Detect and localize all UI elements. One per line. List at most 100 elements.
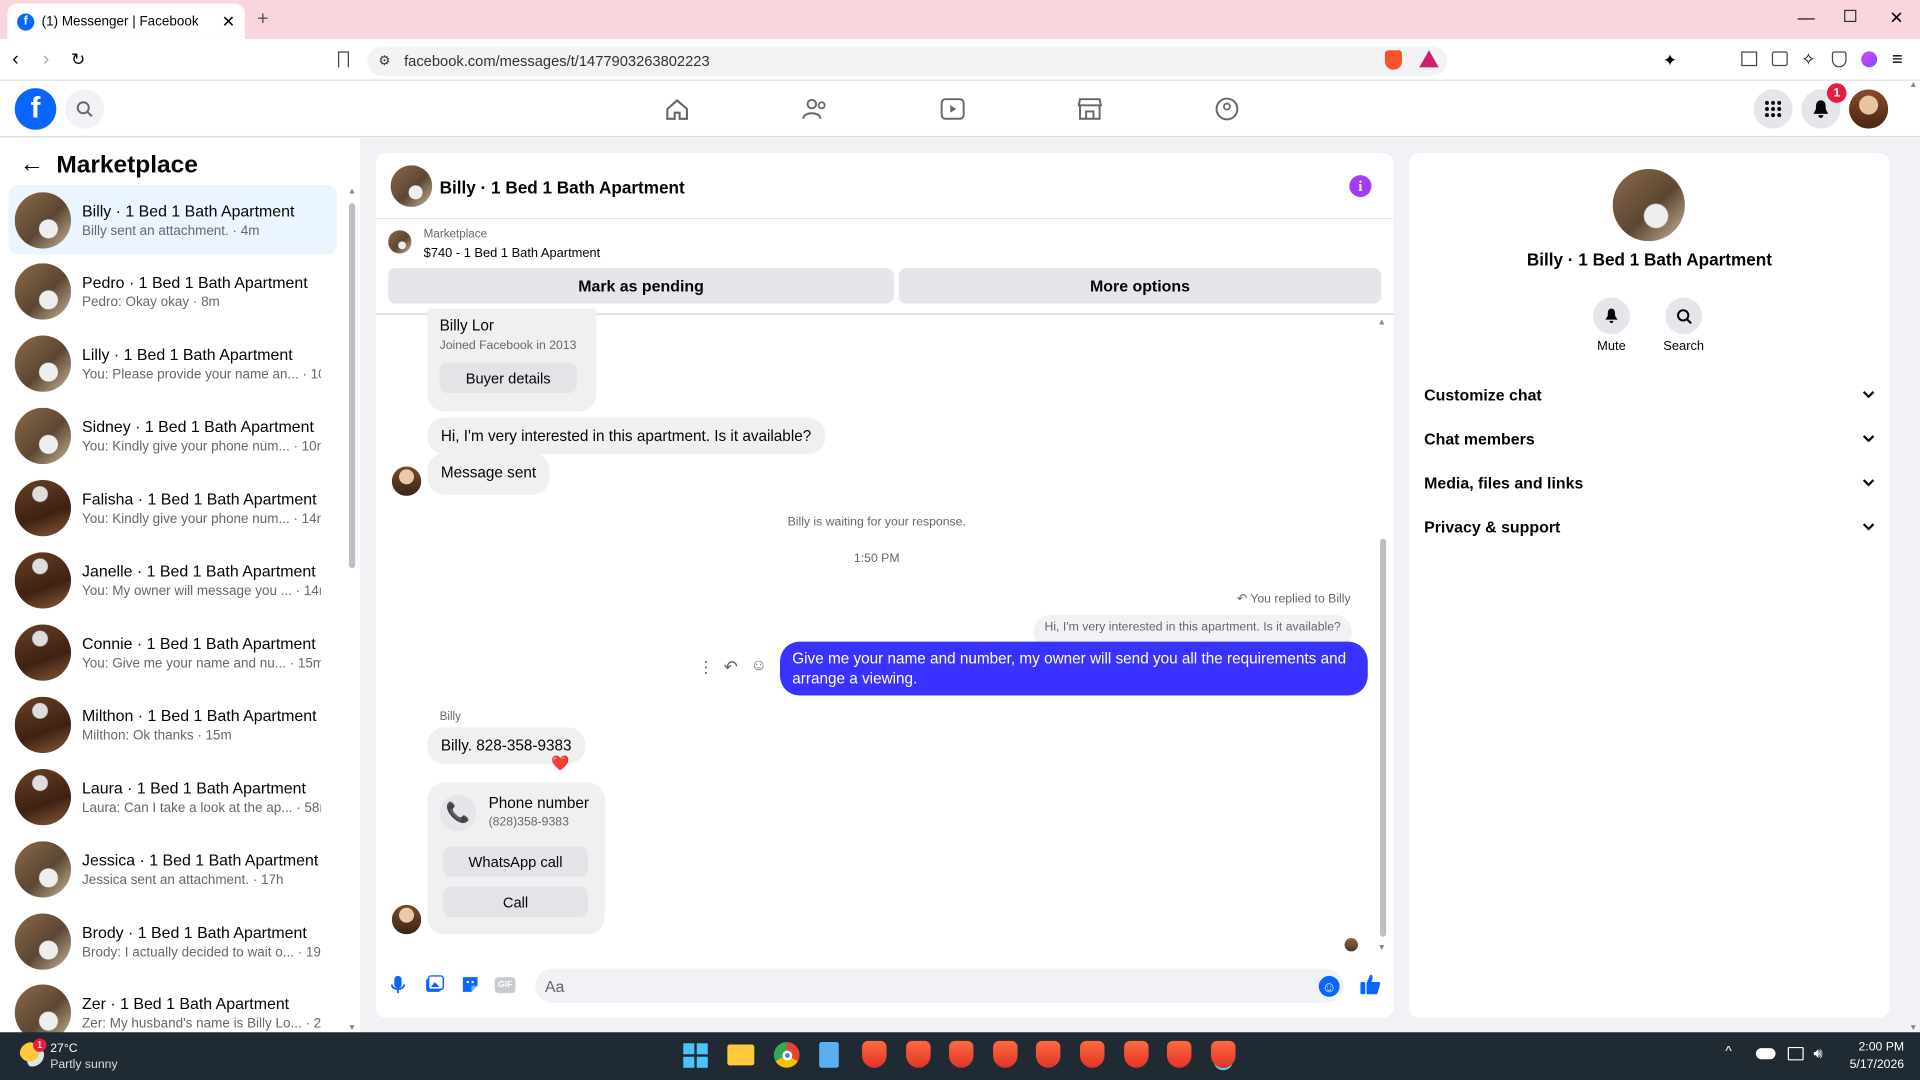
photo-icon[interactable]	[425, 975, 445, 995]
info-section-row[interactable]: Media, files and links	[1424, 464, 1875, 501]
sticker-icon[interactable]	[460, 975, 480, 995]
onedrive-icon[interactable]	[1755, 1048, 1776, 1060]
conversation-item[interactable]: Billy · 1 Bed 1 Bath Apartment Billy sent…	[8, 184, 337, 255]
message-bubble[interactable]: Hi, I'm very interested in this apartmen…	[427, 417, 825, 455]
weather-desc[interactable]: Partly sunny	[50, 1058, 117, 1071]
notepad-icon[interactable]	[819, 1042, 839, 1068]
brave-browser-icon[interactable]	[1123, 1040, 1149, 1068]
show-hidden-icons[interactable]: ^	[1725, 1044, 1731, 1059]
voice-clip-icon[interactable]	[390, 975, 406, 995]
scroll-up-arrow-icon[interactable]: ▲	[1378, 318, 1386, 327]
like-thumb-icon[interactable]	[1359, 973, 1381, 995]
reply-action-icon[interactable]: ↶	[724, 656, 738, 677]
heart-reaction-icon[interactable]: ❤️	[551, 754, 569, 771]
clock-date[interactable]: 5/17/2026	[1837, 1058, 1904, 1071]
search-button[interactable]	[1665, 297, 1703, 335]
buyer-details-button[interactable]: Buyer details	[439, 362, 577, 394]
groups-nav-icon[interactable]	[1215, 97, 1239, 121]
page-scrollbar[interactable]: ▲ ▼	[1907, 81, 1920, 1032]
browser-tab[interactable]: f (1) Messenger | Facebook ✕	[7, 3, 245, 40]
menu-grid-button[interactable]	[1753, 89, 1793, 129]
close-tab-icon[interactable]: ✕	[222, 12, 235, 32]
conversation-item[interactable]: Milthon · 1 Bed 1 Bath Apartment Milthon:…	[9, 690, 337, 760]
conversation-item[interactable]: Sidney · 1 Bed 1 Bath Apartment You: Kind…	[9, 401, 337, 471]
file-explorer-icon[interactable]	[727, 1044, 755, 1066]
extensions-icon[interactable]: ✦	[1663, 50, 1677, 71]
mark-as-pending-button[interactable]: Mark as pending	[388, 268, 894, 304]
message-bubble[interactable]: Message sent	[427, 453, 550, 495]
conversation-item[interactable]: Laura · 1 Bed 1 Bath Apartment Laura: Can…	[9, 762, 337, 832]
brave-browser-icon[interactable]	[992, 1040, 1018, 1068]
facebook-logo-icon[interactable]: f	[14, 88, 57, 130]
site-settings-icon[interactable]: ⚙	[378, 53, 390, 69]
conversation-item[interactable]: Jessica · 1 Bed 1 Bath Apartment Jessica …	[9, 834, 337, 904]
conversation-item[interactable]: Lilly · 1 Bed 1 Bath Apartment You: Pleas…	[9, 329, 337, 399]
sidebar-icon[interactable]	[1741, 51, 1758, 67]
more-options-button[interactable]: More options	[898, 268, 1382, 304]
call-button[interactable]: Call	[443, 886, 588, 918]
info-section-row[interactable]: Customize chat	[1424, 376, 1875, 413]
chat-header-avatar[interactable]	[390, 165, 433, 207]
conversation-item[interactable]: Connie · 1 Bed 1 Bath Apartment You: Give…	[9, 618, 337, 688]
home-nav-icon[interactable]	[665, 98, 689, 120]
conversation-item[interactable]: Pedro · 1 Bed 1 Bath Apartment Pedro: Oka…	[9, 257, 337, 327]
message-input[interactable]: Aa	[535, 968, 1344, 1003]
scroll-down-arrow-icon[interactable]: ▼	[1909, 1024, 1917, 1033]
watch-nav-icon[interactable]	[940, 98, 965, 120]
info-section-row[interactable]: Privacy & support	[1424, 508, 1875, 545]
address-bar[interactable]: ⚙ facebook.com/messages/t/14779032638022…	[367, 46, 1448, 76]
brave-browser-icon[interactable]	[949, 1040, 974, 1068]
brave-browser-icon[interactable]	[1080, 1040, 1105, 1068]
conversation-item[interactable]: Falisha · 1 Bed 1 Bath Apartment You: Kin…	[9, 473, 337, 543]
scrollbar-thumb[interactable]	[1380, 538, 1387, 937]
conversation-item[interactable]: Janelle · 1 Bed 1 Bath Apartment You: My …	[9, 546, 337, 616]
scrollbar-track[interactable]: ▲ ▼	[348, 187, 357, 1032]
brave-browser-icon[interactable]	[1210, 1040, 1236, 1068]
back-arrow-icon[interactable]: ←	[20, 151, 44, 179]
scroll-down-arrow-icon[interactable]: ▼	[1378, 944, 1386, 953]
listing-thumbnail[interactable]	[388, 230, 412, 254]
back-icon[interactable]: ‹	[12, 49, 19, 71]
chrome-icon[interactable]	[773, 1042, 800, 1068]
info-section-row[interactable]: Chat members	[1424, 420, 1875, 457]
brave-shield-icon[interactable]	[1384, 50, 1403, 70]
brave-browser-icon[interactable]	[862, 1040, 887, 1068]
close-window-button[interactable]: ✕	[1889, 7, 1903, 28]
scrollbar-thumb[interactable]	[348, 203, 356, 569]
brave-browser-icon[interactable]	[1036, 1040, 1061, 1068]
wallet-icon[interactable]	[1771, 51, 1788, 67]
marketplace-nav-icon[interactable]	[1077, 98, 1103, 120]
listing-title[interactable]: $740 - 1 Bed 1 Bath Apartment	[424, 246, 601, 261]
scroll-up-arrow-icon[interactable]: ▲	[1909, 81, 1917, 90]
search-button[interactable]	[64, 89, 105, 129]
bookmark-icon[interactable]	[337, 51, 349, 68]
vpn-icon[interactable]	[1831, 51, 1847, 68]
whatsapp-call-button[interactable]: WhatsApp call	[443, 846, 588, 877]
chat-scrollbar[interactable]: ▲ ▼	[1378, 318, 1389, 953]
menu-icon[interactable]: ≡	[1892, 49, 1903, 70]
emoji-icon[interactable]: ☺	[1318, 975, 1340, 997]
weather-temp[interactable]: 27°C	[50, 1042, 77, 1055]
outgoing-message[interactable]: Give me your name and number, my owner w…	[780, 641, 1368, 696]
profile-icon[interactable]	[1861, 51, 1878, 68]
more-actions-icon[interactable]: ⋮	[698, 658, 714, 678]
maximize-button[interactable]	[1844, 9, 1857, 23]
reload-icon[interactable]: ↻	[71, 49, 85, 70]
forward-icon[interactable]: ›	[43, 49, 50, 71]
brave-rewards-icon[interactable]	[1419, 50, 1439, 68]
gif-icon[interactable]: GIF	[494, 977, 516, 994]
volume-icon[interactable]: 🔊︎	[1813, 1044, 1822, 1062]
clock-time[interactable]: 2:00 PM	[1845, 1041, 1904, 1054]
scroll-down-arrow-icon[interactable]: ▼	[348, 1024, 356, 1033]
brave-browser-icon[interactable]	[905, 1040, 931, 1068]
mute-button[interactable]	[1593, 297, 1630, 335]
network-icon[interactable]	[1787, 1046, 1804, 1061]
minimize-button[interactable]: —	[1798, 7, 1815, 27]
react-icon[interactable]: ☺	[751, 655, 767, 673]
contact-avatar[interactable]	[1612, 168, 1685, 242]
leo-ai-icon[interactable]: ✧	[1801, 49, 1815, 70]
scroll-up-arrow-icon[interactable]: ▲	[348, 187, 356, 196]
start-windows-icon[interactable]	[683, 1043, 708, 1068]
new-tab-button[interactable]: +	[257, 9, 268, 31]
sender-avatar[interactable]	[391, 904, 422, 935]
